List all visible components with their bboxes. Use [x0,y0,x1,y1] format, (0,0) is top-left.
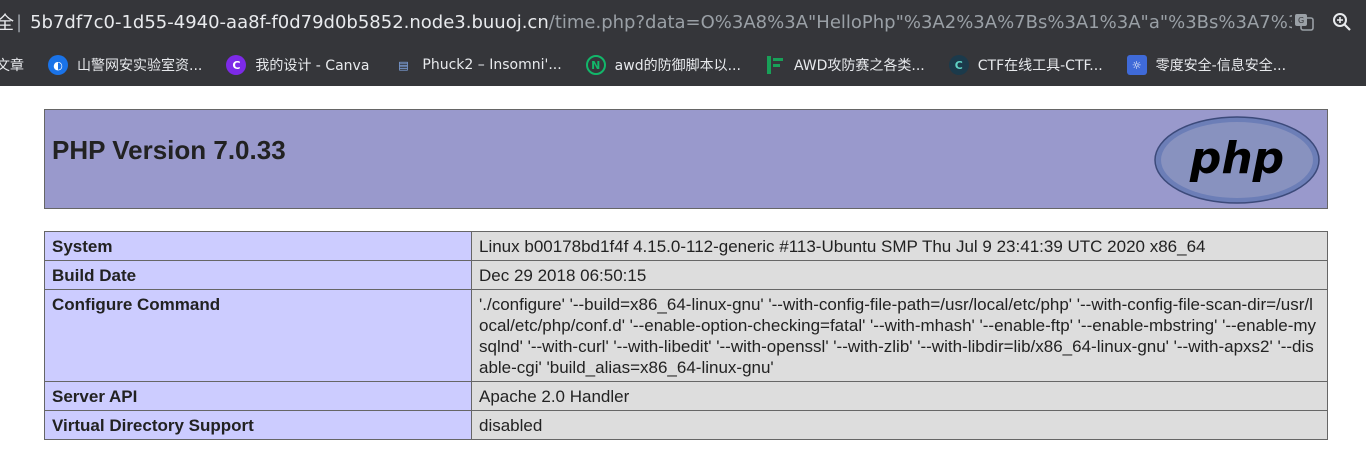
address-bar[interactable]: 全 | 5b7df7c0-1d55-4940-aa8f-f0d79d0b5852… [0,0,1366,44]
url-prefix: 全 [0,13,14,34]
c-icon: C [948,55,969,75]
php-logo: php [1154,116,1320,204]
bookmark-item[interactable]: 文章 [0,44,38,86]
bookmark-item[interactable]: ◐ 山警网安实验室资... [38,44,216,86]
table-row: Server API Apache 2.0 Handler [44,381,1328,411]
bookmark-item[interactable]: N awd的防御脚本以... [576,44,755,86]
svg-text:G: G [1298,16,1304,25]
url-separator: | [16,11,23,33]
table-row: System Linux b00178bd1f4f 4.15.0-112-gen… [44,231,1328,261]
url-field[interactable]: 5b7df7c0-1d55-4940-aa8f-f0d79d0b5852.nod… [30,12,1292,33]
table-row: Virtual Directory Support disabled [44,410,1328,440]
row-value: disabled [471,410,1328,440]
zoom-icon[interactable] [1330,10,1354,34]
bookmark-item[interactable]: C 我的设计 - Canva [216,44,383,86]
globe-icon: ◐ [48,55,68,75]
row-key: Server API [44,381,472,411]
page-content: PHP Version 7.0.33 php System Linux b001… [0,86,1366,457]
bookmark-label: 文章 [0,58,24,74]
row-value: Apache 2.0 Handler [471,381,1328,411]
bookmark-item[interactable]: ▤ Phuck2 – Insomni'... [383,44,575,86]
bookmark-label: awd的防御脚本以... [614,58,741,74]
row-key: Virtual Directory Support [44,410,472,440]
n-icon: N [585,55,606,75]
robot-icon: ☼ [1126,55,1147,75]
row-value: './configure' '--build=x86_64-linux-gnu'… [471,289,1328,382]
page-title: PHP Version 7.0.33 [52,135,286,165]
row-value: Linux b00178bd1f4f 4.15.0-112-generic #1… [471,231,1328,261]
bookmark-label: 山警网安实验室资... [77,58,203,74]
php-logo-text: php [1189,133,1284,184]
bookmark-item[interactable]: ☼ 零度安全-信息安全... [1117,44,1300,86]
bookmark-label: Phuck2 – Insomni'... [422,57,562,73]
info-table: System Linux b00178bd1f4f 4.15.0-112-gen… [44,231,1328,440]
url-host: 5b7df7c0-1d55-4940-aa8f-f0d79d0b5852.nod… [30,11,549,33]
bars-icon [765,55,785,75]
bookmark-label: 我的设计 - Canva [255,58,370,74]
translate-icon[interactable]: G [1292,10,1316,34]
bookmark-label: AWD攻防赛之各类... [793,58,925,74]
bookmark-item[interactable]: C CTF在线工具-CTF... [939,44,1117,86]
bookmark-label: CTF在线工具-CTF... [977,58,1103,74]
canva-icon: C [226,55,247,75]
row-key: System [44,231,472,261]
bookmarks-bar: 文章 ◐ 山警网安实验室资... C 我的设计 - Canva ▤ Phuck2… [0,44,1366,87]
row-key: Build Date [44,260,472,290]
row-key: Configure Command [44,289,472,382]
table-row: Configure Command './configure' '--build… [44,289,1328,382]
url-path: /time.php?data=O%3A8%3A"HelloPhp"%3A2%3A… [548,11,1292,33]
php-header: PHP Version 7.0.33 php [44,109,1328,209]
row-value: Dec 29 2018 06:50:15 [471,260,1328,290]
table-row: Build Date Dec 29 2018 06:50:15 [44,260,1328,290]
bookmark-label: 零度安全-信息安全... [1155,58,1287,74]
document-icon: ▤ [398,58,409,72]
bookmark-item[interactable]: AWD攻防赛之各类... [755,44,939,86]
